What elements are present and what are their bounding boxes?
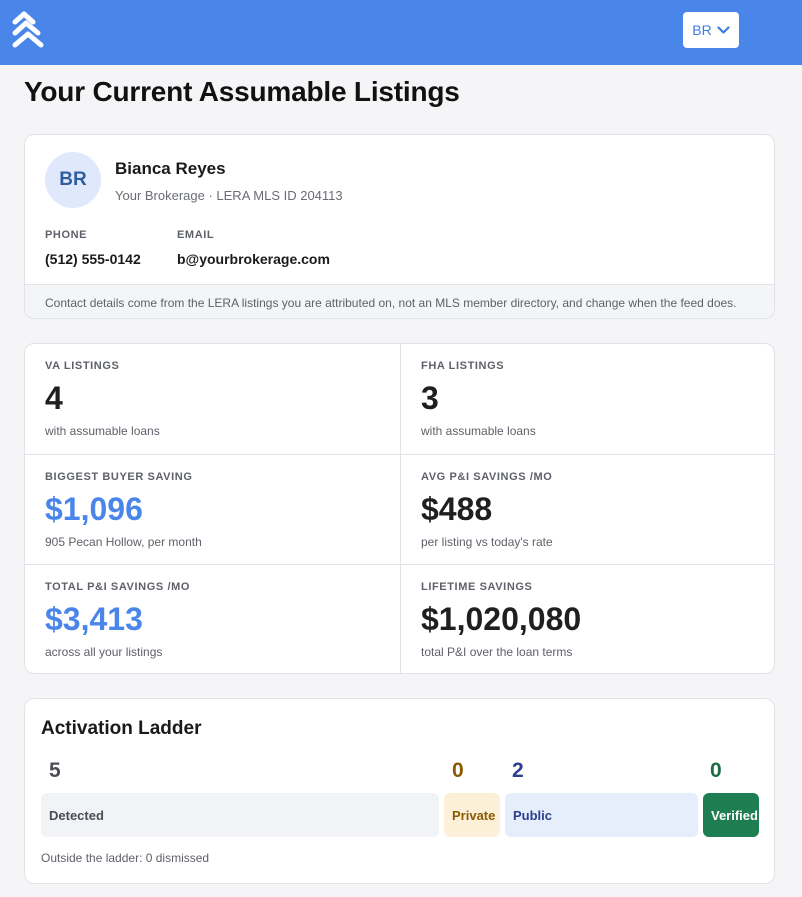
stat-fha-listings: FHA LISTINGS 3 with assumable loans bbox=[400, 344, 774, 454]
chevrons-up-logo[interactable] bbox=[11, 9, 45, 51]
email-label: EMAIL bbox=[177, 229, 215, 241]
ladder-stage-verified[interactable]: Verified bbox=[703, 793, 759, 837]
stat-value: $1,020,080 bbox=[421, 601, 582, 637]
ladder-stage-private[interactable]: Private bbox=[444, 793, 500, 837]
stat-value: $488 bbox=[421, 491, 493, 527]
stats-grid: VA LISTINGS 4 with assumable loans FHA L… bbox=[24, 343, 775, 674]
stat-note: with assumable loans bbox=[45, 424, 160, 438]
agent-profile-card: BR Bianca Reyes Your Brokerage · LERA ML… bbox=[24, 134, 775, 319]
phone-value[interactable]: (512) 555-0142 bbox=[45, 251, 141, 267]
stat-note: 905 Pecan Hollow, per month bbox=[45, 535, 202, 549]
stat-value: 4 bbox=[45, 380, 63, 416]
ladder-stage-label: Private bbox=[452, 807, 496, 823]
email-value[interactable]: b@yourbrokerage.com bbox=[177, 251, 330, 267]
ladder-stage-label: Public bbox=[513, 807, 553, 823]
stat-lifetime-savings: LIFETIME SAVINGS $1,020,080 total P&I ov… bbox=[400, 564, 774, 673]
ladder-stage-label: Detected bbox=[49, 807, 104, 823]
stat-label: FHA LISTINGS bbox=[421, 360, 505, 372]
ladder-count-detected: 5 bbox=[49, 759, 61, 782]
stat-total-savings: TOTAL P&I SAVINGS /MO $3,413 across all … bbox=[25, 564, 400, 673]
stat-note: per listing vs today's rate bbox=[421, 535, 553, 549]
stat-label: LIFETIME SAVINGS bbox=[421, 581, 533, 593]
stat-label: TOTAL P&I SAVINGS /MO bbox=[45, 581, 191, 593]
ladder-stage-label: Verified bbox=[711, 807, 758, 823]
stat-note: total P&I over the loan terms bbox=[421, 645, 573, 659]
ladder-count-private: 0 bbox=[452, 759, 464, 782]
stat-label: VA LISTINGS bbox=[45, 360, 120, 372]
user-menu-button[interactable]: BR bbox=[683, 12, 739, 48]
stat-va-listings: VA LISTINGS 4 with assumable loans bbox=[25, 344, 400, 454]
stat-label: AVG P&I SAVINGS /MO bbox=[421, 471, 553, 483]
ladder-stage-public[interactable]: Public bbox=[505, 793, 698, 837]
ladder-title: Activation Ladder bbox=[41, 718, 202, 739]
phone-label: PHONE bbox=[45, 229, 88, 241]
stat-value: $3,413 bbox=[45, 601, 143, 637]
stat-biggest-buyer-saving: BIGGEST BUYER SAVING $1,096 905 Pecan Ho… bbox=[25, 454, 400, 564]
stat-label: BIGGEST BUYER SAVING bbox=[45, 471, 193, 483]
stat-value: $1,096 bbox=[45, 491, 143, 527]
ladder-footnote: Outside the ladder: 0 dismissed bbox=[41, 851, 210, 865]
ladder-count-public: 2 bbox=[512, 759, 524, 782]
stat-note: across all your listings bbox=[45, 645, 163, 659]
top-bar: BR bbox=[0, 0, 802, 65]
ladder-stage-detected[interactable]: Detected bbox=[41, 793, 439, 837]
stat-note: with assumable loans bbox=[421, 424, 536, 438]
stat-value: 3 bbox=[421, 380, 439, 416]
page-title: Your Current Assumable Listings bbox=[24, 76, 460, 107]
agent-brokerage: Your Brokerage · LERA MLS ID 204113 bbox=[115, 188, 343, 203]
activation-ladder-card: Activation Ladder 5 0 2 0 Detected Priva… bbox=[24, 698, 775, 884]
profile-footnote: Contact details come from the LERA listi… bbox=[25, 284, 774, 318]
stat-avg-savings: AVG P&I SAVINGS /MO $488 per listing vs … bbox=[400, 454, 774, 564]
agent-name: Bianca Reyes bbox=[115, 159, 226, 178]
chevron-down-icon bbox=[717, 25, 730, 34]
avatar: BR bbox=[45, 152, 101, 208]
ladder-count-verified: 0 bbox=[710, 759, 722, 782]
user-menu-initials: BR bbox=[692, 22, 712, 38]
